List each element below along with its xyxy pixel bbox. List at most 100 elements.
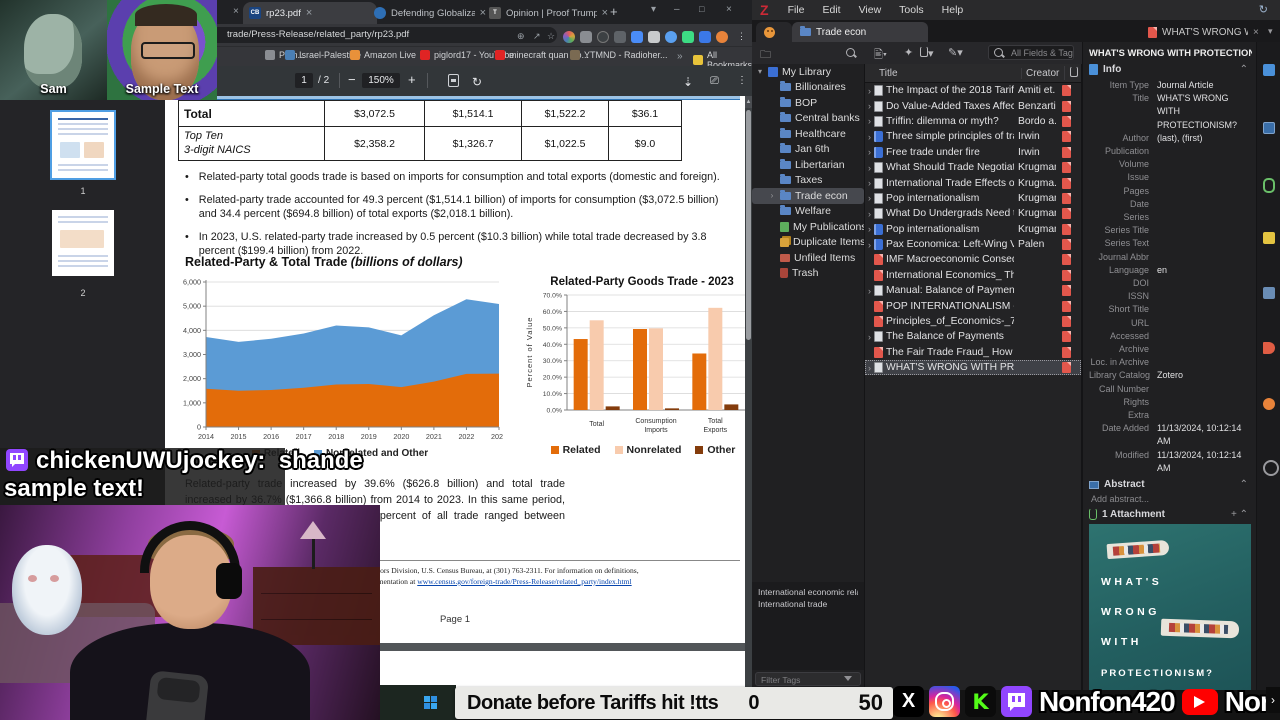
menu-help[interactable]: Help — [933, 4, 973, 16]
tag-item[interactable]: International economic relations — [758, 586, 858, 598]
pdf-scrollbar[interactable]: ▲ — [745, 96, 752, 690]
sidebar-item-libertarian[interactable]: Libertarian — [752, 157, 864, 173]
menu-file[interactable]: File — [779, 4, 814, 16]
item-row[interactable]: › Pop internationalism Krugman — [865, 191, 1081, 206]
census-link[interactable]: www.census.gov/foreign-trade/Press-Relea… — [417, 577, 631, 586]
scroll-up-icon[interactable]: ▲ — [745, 96, 752, 108]
field-value[interactable]: Journal Article — [1157, 79, 1252, 92]
windows-start-icon[interactable] — [424, 696, 437, 709]
tab-close-icon[interactable]: × — [306, 7, 312, 19]
expand-icon[interactable]: › — [865, 116, 874, 126]
notes-rail-icon[interactable] — [1263, 232, 1275, 244]
zoom-in-button[interactable]: + — [408, 72, 416, 87]
new-collection-icon[interactable]: 🗀 — [760, 46, 771, 65]
field-value[interactable] — [1157, 251, 1252, 264]
expand-icon[interactable]: › — [865, 286, 874, 296]
profile-avatar[interactable] — [716, 31, 728, 43]
creator-column-header[interactable]: Creator — [1021, 67, 1064, 79]
item-row[interactable]: › Pax Economica: Left-Wing Visions of a F… — [865, 237, 1081, 252]
expand-icon[interactable]: › — [865, 163, 874, 173]
field-value[interactable] — [1157, 185, 1252, 198]
field-value[interactable]: Zotero — [1157, 369, 1252, 382]
expand-icon[interactable]: › — [865, 101, 874, 111]
add-by-identifier-icon[interactable]: ✦ — [904, 46, 913, 59]
extension-puzzle-icon[interactable] — [665, 31, 677, 43]
reader-tab-close-icon[interactable]: × — [1253, 27, 1259, 38]
field-value[interactable] — [1157, 290, 1252, 303]
attachment-section-header[interactable]: 1 Attachment + ⌃ — [1089, 508, 1252, 521]
field-value[interactable]: (last), (first) — [1157, 132, 1252, 145]
bookmarks-overflow-icon[interactable]: » — [677, 51, 683, 62]
info-rail-icon[interactable] — [1263, 64, 1275, 76]
library-tab[interactable]: Trade econ — [792, 22, 928, 42]
field-value[interactable] — [1157, 277, 1252, 290]
pdf-menu-icon[interactable]: ⋮ — [737, 75, 747, 86]
item-row[interactable]: › What Should Trade Negotiators Negotia..… — [865, 160, 1081, 175]
abstract-placeholder[interactable]: Add abstract... — [1091, 494, 1252, 504]
item-row[interactable]: POP INTERNATIONALISM -- PAUL KRU... — [865, 298, 1081, 313]
expand-icon[interactable]: › — [865, 363, 874, 373]
zoom-out-button[interactable]: − — [348, 72, 356, 87]
field-value[interactable] — [1157, 317, 1252, 330]
field-value[interactable] — [1157, 356, 1252, 369]
extension-gbox-icon[interactable] — [648, 31, 660, 43]
expand-icon[interactable]: › — [865, 240, 874, 250]
field-value[interactable] — [1157, 330, 1252, 343]
rotate-icon[interactable]: ↻ — [472, 75, 482, 89]
collapse-icon[interactable]: ⌃ — [1240, 64, 1248, 75]
field-value[interactable] — [1157, 343, 1252, 356]
address-bar[interactable]: trade/Press-Release/related_party/rp23.p… — [167, 27, 557, 43]
item-row[interactable]: › Free trade under fire Irwin — [865, 145, 1081, 160]
item-row[interactable]: › Triffin: dilemma or myth? Bordo a... — [865, 114, 1081, 129]
item-row[interactable]: › Manual: Balance of Payments — [865, 283, 1081, 298]
field-value[interactable] — [1157, 145, 1252, 158]
print-icon[interactable]: ⎚ — [710, 75, 719, 88]
add-attachment-icon[interactable]: + ⌃ — [1231, 509, 1248, 520]
sidebar-item-central-banks[interactable]: Central banks — [752, 111, 864, 127]
new-item-icon[interactable]: 🖹▾ — [874, 46, 887, 65]
expand-icon[interactable]: › — [865, 132, 874, 142]
tab-list-caret-icon[interactable]: ▾ — [1268, 26, 1273, 37]
field-value[interactable]: en — [1157, 264, 1252, 277]
attachment-column-header[interactable] — [1064, 66, 1078, 80]
abstract-section-header[interactable]: Abstract ⌃ — [1089, 479, 1252, 490]
window-close-button[interactable]: × — [726, 4, 732, 15]
tab-opinion-article[interactable]: T Opinion | Proof Trump Has × — [483, 2, 614, 24]
menu-tools[interactable]: Tools — [890, 4, 933, 16]
pdf-thumbnail-page1[interactable] — [50, 110, 116, 180]
item-row[interactable]: › Pop internationalism Krugman — [865, 222, 1081, 237]
items-header[interactable]: Title Creator — [865, 64, 1081, 83]
expand-icon[interactable]: › — [865, 332, 874, 342]
page-number-input[interactable]: 1 — [295, 73, 313, 88]
download-icon[interactable]: ⇣ — [683, 75, 693, 89]
item-row[interactable]: The Fair Trade Fraud_ How Congr - Jam... — [865, 345, 1081, 360]
field-value[interactable] — [1157, 303, 1252, 316]
item-row[interactable]: › International Trade Effects of Value Ad… — [865, 175, 1081, 190]
attachments-rail-icon[interactable] — [1263, 178, 1275, 193]
new-note-icon[interactable]: ✎▾ — [948, 46, 963, 59]
extension-flask-icon[interactable] — [682, 31, 694, 43]
collapse-icon[interactable]: ⌃ — [1240, 479, 1248, 490]
extension-bluebox-icon[interactable] — [699, 31, 711, 43]
menu-view[interactable]: View — [850, 4, 891, 16]
field-value[interactable]: 11/13/2024, 10:12:14 AM — [1157, 422, 1252, 448]
expand-icon[interactable]: › — [865, 209, 874, 219]
zoom-level[interactable]: 150% — [362, 73, 400, 88]
tags-rail-icon[interactable] — [1263, 342, 1275, 354]
filter-funnel-icon[interactable] — [844, 676, 852, 681]
maximize-button[interactable]: □ — [699, 4, 704, 14]
emoji-tab[interactable] — [756, 22, 792, 42]
item-row[interactable]: › What Do Undergrads Need to Know Ab... Kr… — [865, 206, 1081, 221]
extension-globe-icon[interactable] — [597, 31, 609, 43]
field-value[interactable] — [1157, 237, 1252, 250]
item-row[interactable]: › Three simple principles of trade policy… — [865, 129, 1081, 144]
field-value[interactable]: WHAT'S WRONG WITH PROTECTIONISM? — [1157, 92, 1252, 132]
item-row[interactable]: Principles_of_Economics-_7th_Edition — [865, 314, 1081, 329]
expand-icon[interactable]: › — [865, 147, 874, 157]
sidebar-item-trash[interactable]: Trash — [752, 266, 864, 282]
sync-icon[interactable]: ↻ — [1259, 3, 1268, 16]
tag-item[interactable]: International trade — [758, 598, 858, 610]
bookmark-star-icon[interactable]: ☆ — [547, 31, 555, 42]
field-value[interactable] — [1157, 409, 1252, 422]
expand-icon[interactable]: › — [865, 86, 874, 96]
